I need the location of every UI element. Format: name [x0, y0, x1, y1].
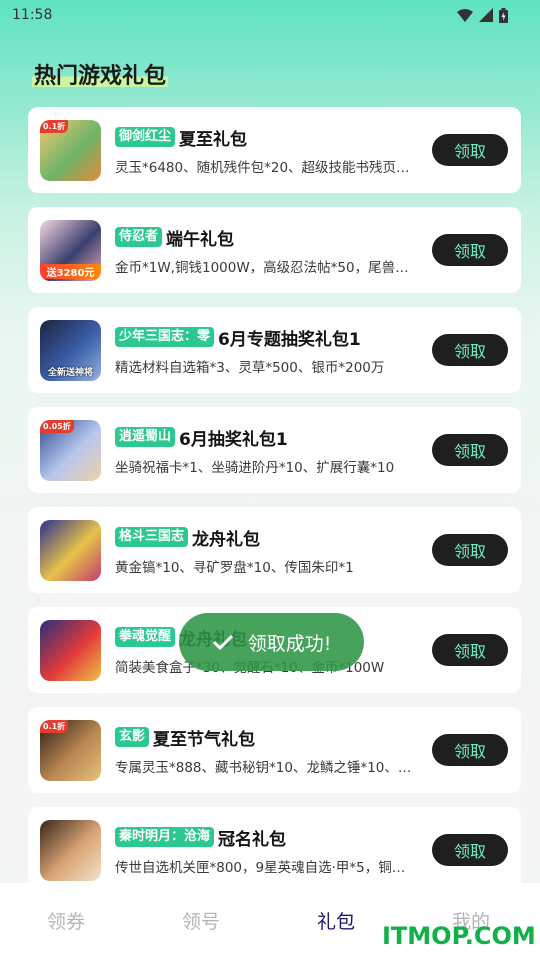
gift-name: 6月专题抽奖礼包1 — [218, 329, 361, 350]
game-icon[interactable]: 0.05折 — [40, 420, 101, 481]
claim-button[interactable]: 领取 — [432, 634, 508, 666]
claim-button[interactable]: 领取 — [432, 134, 508, 166]
gift-card[interactable]: 全新送神将 少年三国志：零 6月专题抽奖礼包1 精选材料自选箱*3、灵草*500… — [28, 307, 521, 393]
gift-card[interactable]: 0.1折 御剑红尘 夏至礼包 灵玉*6480、随机残件包*20、超级技能书残页*… — [28, 107, 521, 193]
game-icon[interactable] — [40, 520, 101, 581]
gift-title-row: 逍遥蜀山 6月抽奖礼包1 — [115, 426, 288, 450]
gift-name: 6月抽奖礼包1 — [179, 429, 288, 450]
gift-title-row: 格斗三国志 龙舟礼包 — [115, 526, 261, 550]
icon-caption: 送3280元 — [40, 264, 101, 279]
gift-description: 坐骑祝福卡*1、坐骑进阶丹*10、扩展行囊*10 — [115, 460, 395, 476]
game-name-tag: 格斗三国志 — [115, 527, 189, 547]
wifi-icon — [457, 8, 473, 22]
tab-coupons[interactable]: 领券 — [47, 907, 85, 934]
gift-name: 夏至节气礼包 — [153, 729, 256, 750]
discount-tag: 0.1折 — [40, 720, 69, 733]
game-icon[interactable]: 0.1折 — [40, 720, 101, 781]
game-name-tag: 玄影 — [115, 727, 150, 747]
gift-title-row: 秦时明月：沧海 冠名礼包 — [115, 826, 287, 850]
claim-button[interactable]: 领取 — [432, 434, 508, 466]
claim-button[interactable]: 领取 — [432, 534, 508, 566]
gift-name: 龙舟礼包 — [192, 529, 261, 550]
game-name-tag: 秦时明月：沧海 — [115, 827, 215, 847]
success-toast: 领取成功! — [179, 613, 364, 671]
status-time: 11:58 — [12, 7, 53, 23]
signal-icon — [479, 8, 493, 22]
gift-description: 精选材料自选箱*3、灵草*500、银币*200万 — [115, 360, 385, 376]
tab-accounts[interactable]: 领号 — [182, 907, 220, 934]
watermark-logo: ITMOP.COM — [382, 922, 536, 950]
gift-card[interactable]: 0.1折 玄影 夏至节气礼包 专属灵玉*888、藏书秘钥*10、龙鳞之锤*10、… — [28, 707, 521, 793]
discount-tag: 0.05折 — [40, 420, 74, 433]
gift-description: 金币*1W,铜钱1000W，高级忍法帖*50，尾兽碎片*20 — [115, 260, 415, 276]
game-icon[interactable]: 全新送神将 — [40, 320, 101, 381]
toast-text: 领取成功! — [247, 632, 332, 655]
gift-title-row: 侍忍者 端午礼包 — [115, 226, 235, 250]
gift-card[interactable]: 秦时明月：沧海 冠名礼包 传世自选机关匣*800，9星英魂自选·甲*5，铜币*1… — [28, 807, 521, 893]
game-name-tag: 侍忍者 — [115, 227, 163, 247]
gift-name: 夏至礼包 — [179, 129, 248, 150]
game-name-tag: 逍遥蜀山 — [115, 427, 176, 447]
tab-gifts[interactable]: 礼包 — [317, 907, 355, 934]
game-name-tag: 御剑红尘 — [115, 127, 176, 147]
status-icons — [457, 7, 508, 23]
discount-tag: 0.1折 — [40, 120, 69, 133]
status-bar: 11:58 — [0, 0, 540, 30]
gift-card[interactable]: 格斗三国志 龙舟礼包 黄金镐*10、寻矿罗盘*10、传国朱印*1 领取 — [28, 507, 521, 593]
gift-name: 冠名礼包 — [218, 829, 287, 850]
game-icon[interactable]: 0.1折 — [40, 120, 101, 181]
page-title: 热门游戏礼包 — [32, 58, 169, 90]
icon-caption: 全新送神将 — [47, 368, 93, 378]
check-icon — [212, 634, 233, 651]
claim-button[interactable]: 领取 — [432, 334, 508, 366]
gift-card[interactable]: 送3280元 侍忍者 端午礼包 金币*1W,铜钱1000W，高级忍法帖*50，尾… — [28, 207, 521, 293]
claim-button[interactable]: 领取 — [432, 234, 508, 266]
gift-card[interactable]: 0.05折 逍遥蜀山 6月抽奖礼包1 坐骑祝福卡*1、坐骑进阶丹*10、扩展行囊… — [28, 407, 521, 493]
gift-title-row: 玄影 夏至节气礼包 — [115, 726, 256, 750]
gift-description: 黄金镐*10、寻矿罗盘*10、传国朱印*1 — [115, 560, 354, 576]
game-icon[interactable] — [40, 820, 101, 881]
claim-button[interactable]: 领取 — [432, 834, 508, 866]
gift-description: 灵玉*6480、随机残件包*20、超级技能书残页*10 — [115, 160, 415, 176]
gift-name: 端午礼包 — [166, 229, 235, 250]
gift-title-row: 少年三国志：零 6月专题抽奖礼包1 — [115, 326, 361, 350]
gift-description: 传世自选机关匣*800，9星英魂自选·甲*5，铜币*100W — [115, 860, 415, 876]
game-icon[interactable] — [40, 620, 101, 681]
battery-icon — [499, 7, 508, 23]
game-icon[interactable]: 送3280元 — [40, 220, 101, 281]
gift-description: 专属灵玉*888、藏书秘钥*10、龙鳞之锤*10、灵石*20 — [115, 760, 415, 776]
claim-button[interactable]: 领取 — [432, 734, 508, 766]
game-name-tag: 少年三国志：零 — [115, 327, 215, 347]
gift-title-row: 御剑红尘 夏至礼包 — [115, 126, 248, 150]
game-name-tag: 拳魂觉醒 — [115, 627, 176, 647]
